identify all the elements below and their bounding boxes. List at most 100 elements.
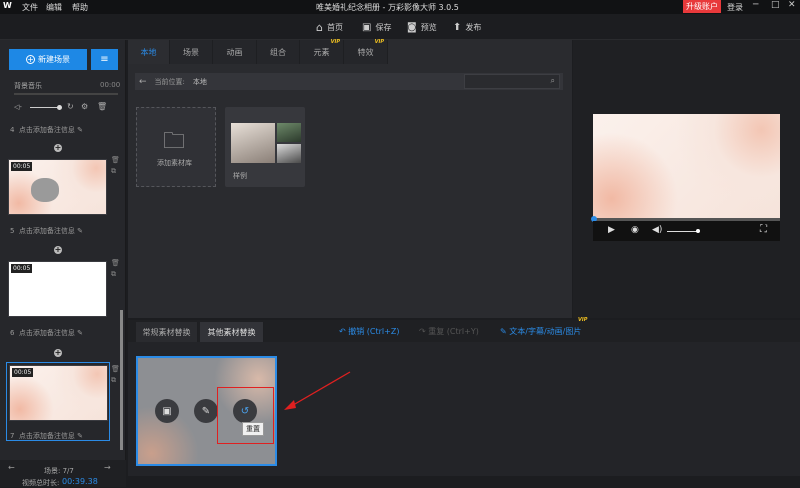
upload-icon: ⬆ [453,21,462,33]
play-icon[interactable]: ▶ [608,225,615,235]
new-scene-button[interactable]: + 新建场景 [9,49,87,70]
tab-scene[interactable]: 场景 [170,40,213,64]
home-label: 首页 [326,22,343,32]
loop-icon[interactable]: ↻ [67,102,74,111]
sample-photo-1 [231,123,275,163]
scene-7-copy-icon[interactable]: ⧉ [111,376,116,385]
publish-label: 发布 [465,22,482,32]
bgm-progress[interactable] [14,93,118,95]
add-scene-icon[interactable]: + [54,349,62,357]
total-duration: 00:39.38 [62,477,98,486]
replace-panel: 常规素材替换 其他素材替换 ↶ 撤销 (Ctrl+Z) ↷ 重复 (Ctrl+Y… [128,317,800,487]
publish-button[interactable]: ⬆ 发布 [453,19,481,35]
edit-icon: ✎ [77,227,84,235]
preview-icon: ◙ [407,21,417,33]
tab-combo[interactable]: 组合 [257,40,300,64]
tab-element[interactable]: 元素 VIP [300,39,344,64]
library-search-input[interactable]: ⌕ [464,74,560,89]
preview-label: 预览 [420,22,437,32]
vip-badge: VIP [578,317,588,323]
tab-local[interactable]: 本地 [128,40,170,64]
main-toolbar: ⌂ 首页 ▣ 保存 ◙ 预览 ⬆ 发布 [0,14,800,40]
add-library-label: 添加素材库 [157,159,192,167]
preview-panel: ▶ ◉ ◀) ⛶ [573,40,800,318]
fullscreen-icon[interactable]: ⛶ [760,224,767,235]
upgrade-button[interactable]: 升级账户 [683,0,721,13]
scene-5-delete-icon[interactable]: 🗑 [111,156,120,164]
scene-4-note[interactable]: 4 点击添加备注信息 ✎ [10,125,83,135]
menu-file[interactable]: 文件 [22,2,38,13]
sample-folder[interactable]: 样例 [225,107,305,187]
scene-6-note[interactable]: 6 点击添加备注信息 ✎ [10,328,83,338]
login-button[interactable]: 登录 [727,2,743,13]
undo-button[interactable]: ↶ 撤销 (Ctrl+Z) [339,326,399,337]
save-button[interactable]: ▣ 保存 [362,19,391,35]
scene-5-note[interactable]: 5 点击添加备注信息 ✎ [10,226,83,236]
add-scene-icon[interactable]: + [54,144,62,152]
next-scene-icon[interactable]: → [104,463,111,472]
app-logo: W [3,1,12,10]
edit-icon: ✎ [77,329,84,337]
scene-scrollbar[interactable] [120,310,123,450]
volume-icon[interactable]: ◀) [652,225,662,235]
annotation-arrow [284,371,351,410]
add-library-button[interactable]: 🗀 添加素材库 [136,107,216,187]
tab-animation[interactable]: 动画 [213,40,257,64]
edit-image-icon[interactable]: ✎ [194,399,218,423]
volume-icon[interactable]: ◁- [14,103,22,111]
player-volume-slider[interactable] [667,231,697,232]
plus-circle-icon: + [26,55,35,64]
maximize-icon[interactable]: □ [771,0,780,10]
back-arrow-icon[interactable]: ← [139,77,147,87]
scene-6-copy-icon[interactable]: ⧉ [111,270,116,279]
folder-add-icon: 🗀 [163,129,186,154]
scene-menu-button[interactable]: ≡ [91,49,118,70]
sample-label: 样例 [233,172,247,180]
menu-help[interactable]: 帮助 [72,2,88,13]
scene-6-thumbnail[interactable]: 00:05 [8,261,107,317]
scene-5-thumbnail[interactable]: 00:05 [8,159,107,215]
search-icon[interactable]: ⌕ [551,76,555,86]
title-bar: W 文件 编辑 帮助 唯美婚礼纪念相册 - 万彩影像大师 3.0.5 升级账户 … [0,0,800,14]
new-scene-label: 新建场景 [38,55,70,64]
scene-footer: ← 场景: 7/7 → 视频总时长: 00:39.38 [0,460,126,487]
volume-handle[interactable] [57,105,62,110]
scene-5-copy-icon[interactable]: ⧉ [111,167,116,176]
prev-scene-icon[interactable]: ← [8,463,15,472]
tab-effects[interactable]: 特效 VIP [344,39,388,64]
scene-7-note[interactable]: 7 点击添加备注信息 ✎ [10,431,83,441]
text-subtitle-button[interactable]: ✎ 文本/字幕/动画/图片 [500,326,581,337]
bgm-label: 背景音乐 [14,82,42,90]
sample-photo-3 [277,144,301,163]
tab-other-replace[interactable]: 其他素材替换 [200,322,264,342]
tab-regular-replace[interactable]: 常规素材替换 [136,322,198,342]
window-title: 唯美婚礼纪念相册 - 万彩影像大师 3.0.5 [316,3,459,12]
menu-edit[interactable]: 编辑 [46,2,62,13]
location-value: 本地 [192,77,207,86]
minimize-icon[interactable]: ─ [753,0,758,10]
replay-icon[interactable]: ◉ [631,225,639,235]
add-scene-icon[interactable]: + [54,246,62,254]
player-controls: ▶ ◉ ◀) ⛶ [593,221,780,241]
scene-7-thumbnail[interactable]: 00:05 [9,365,108,421]
player-volume-handle[interactable] [696,229,700,233]
scene-duration: 00:05 [12,368,34,377]
close-icon[interactable]: ✕ [788,0,796,10]
library-panel: 本地 场景 动画 组合 元素 VIP 特效 VIP ← 当前位置: 本地 ⌕ 🗀 添… [128,39,572,318]
trash-icon[interactable]: 🗑 [97,102,107,111]
scene-panel: + 新建场景 ≡ 背景音乐 00:00 ◁- ↻ ⚙ 🗑 4 点击添加备注信息 … [0,40,126,487]
photo-placeholder [31,178,59,202]
scene-7-delete-icon[interactable]: 🗑 [111,365,120,373]
edit-icon: ✎ [77,432,84,440]
redo-button[interactable]: ↷ 重复 (Ctrl+Y) [419,326,479,337]
home-button[interactable]: ⌂ 首页 [316,19,343,35]
settings-icon[interactable]: ⚙ [81,102,88,111]
scene-duration: 00:05 [11,264,33,273]
scene-6-delete-icon[interactable]: 🗑 [111,259,120,267]
bottom-scrollbar[interactable] [128,476,800,487]
volume-slider[interactable] [30,107,60,108]
location-label: 当前位置: [154,77,185,86]
save-icon: ▣ [362,21,372,33]
preview-button[interactable]: ◙ 预览 [407,19,437,35]
replace-image-icon[interactable]: ▣ [155,399,179,423]
